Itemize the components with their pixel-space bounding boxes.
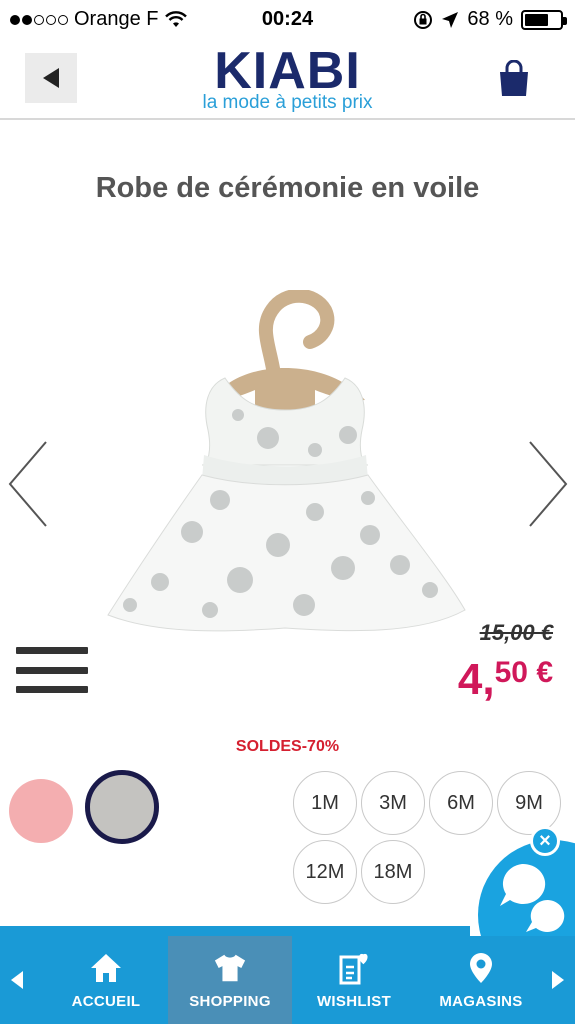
menu-bar bbox=[16, 666, 88, 674]
nav-scroll-left-button[interactable] bbox=[0, 936, 34, 1024]
nav-item-magasins[interactable]: MAGASINS bbox=[416, 936, 546, 1024]
nav-scroll-right-button[interactable] bbox=[541, 936, 575, 1024]
menu-bar bbox=[16, 647, 88, 654]
nav-item-accueil[interactable]: ACCUEIL bbox=[46, 936, 166, 1024]
size-option-12m[interactable]: 12M bbox=[293, 840, 357, 904]
back-arrow-icon bbox=[43, 68, 59, 88]
nav-label: SHOPPING bbox=[189, 992, 271, 1010]
triangle-left-icon bbox=[11, 971, 23, 989]
menu-button[interactable] bbox=[16, 645, 88, 695]
app-header: KIABI la mode à petits prix bbox=[0, 40, 575, 120]
nav-item-shopping[interactable]: SHOPPING bbox=[168, 936, 292, 1024]
color-swatch-grey-selected[interactable] bbox=[85, 770, 159, 844]
shopping-bag-icon bbox=[500, 59, 528, 96]
tshirt-icon bbox=[213, 951, 247, 985]
battery-icon bbox=[521, 9, 567, 30]
chat-close-button[interactable]: × bbox=[530, 826, 560, 856]
kiabi-logo[interactable]: KIABI la mode à petits prix bbox=[150, 44, 425, 112]
size-option-3m[interactable]: 3M bbox=[361, 771, 425, 835]
orientation-lock-icon bbox=[414, 10, 433, 29]
chevron-left-icon bbox=[8, 441, 47, 527]
nav-label: ACCUEIL bbox=[71, 992, 141, 1010]
home-icon bbox=[89, 951, 123, 985]
nav-label: MAGASINS bbox=[439, 992, 523, 1010]
product-image[interactable] bbox=[100, 290, 470, 670]
content-divider-strip bbox=[0, 926, 470, 936]
location-arrow-icon bbox=[442, 11, 459, 28]
bottom-navigation: ACCUEIL SHOPPING WISHLIST MAGASINS bbox=[0, 936, 575, 1024]
promo-label: SOLDES-70% bbox=[235, 738, 340, 755]
status-right: 68 % bbox=[413, 8, 567, 31]
wishlist-icon bbox=[337, 951, 371, 985]
size-option-18m[interactable]: 18M bbox=[361, 840, 425, 904]
chevron-right-icon bbox=[529, 441, 568, 527]
new-price-decimal: 50 € bbox=[494, 656, 553, 689]
old-price: 15,00 € bbox=[479, 620, 553, 645]
back-button[interactable] bbox=[25, 53, 77, 103]
size-option-1m[interactable]: 1M bbox=[293, 771, 357, 835]
shopping-bag-button[interactable] bbox=[496, 59, 532, 98]
chat-bubbles-icon bbox=[500, 863, 565, 932]
product-title: Robe de cérémonie en voile bbox=[95, 172, 480, 204]
nav-label: WISHLIST bbox=[316, 992, 392, 1010]
triangle-right-icon bbox=[552, 971, 564, 989]
new-price-integer: 4, bbox=[457, 655, 495, 704]
next-image-button[interactable] bbox=[526, 440, 570, 528]
previous-image-button[interactable] bbox=[6, 440, 50, 528]
location-pin-icon bbox=[464, 951, 498, 985]
chat-widget[interactable]: × bbox=[470, 826, 575, 936]
menu-bar bbox=[16, 686, 88, 693]
color-swatch-pink[interactable] bbox=[9, 779, 73, 843]
logo-tagline: la mode à petits prix bbox=[202, 92, 373, 113]
logo-wordmark: KIABI bbox=[214, 42, 361, 100]
nav-item-wishlist[interactable]: WISHLIST bbox=[294, 936, 414, 1024]
battery-percent: 68 % bbox=[467, 8, 513, 30]
status-bar: Orange F 00:24 68 % bbox=[0, 0, 575, 40]
new-price: 4,50 € bbox=[458, 655, 553, 705]
